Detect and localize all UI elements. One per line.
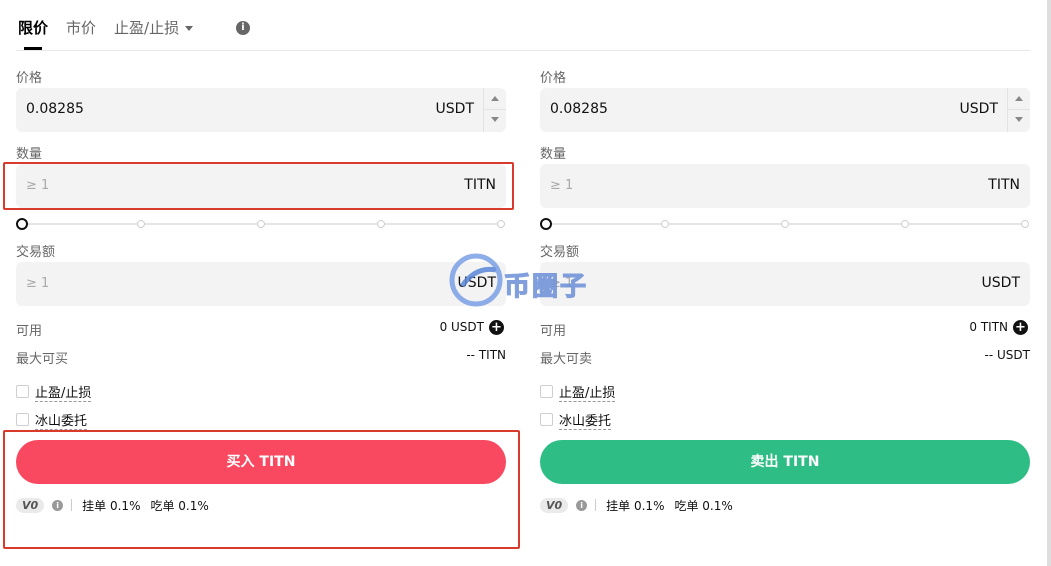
sell-qty-slider[interactable] — [540, 217, 1030, 231]
buy-price-value: 0.08285 — [26, 101, 84, 117]
buy-button[interactable]: 买入 TITN — [16, 440, 506, 484]
slider-stop-25[interactable] — [137, 220, 145, 228]
plus-circle-icon[interactable]: + — [489, 320, 504, 335]
sell-price-stepper[interactable] — [1007, 88, 1030, 132]
buy-tpsl-checkbox[interactable]: 止盈/止损 — [16, 382, 92, 402]
sell-available-label: 可用 — [540, 324, 567, 339]
fee-separator — [595, 499, 597, 511]
buy-amount-label: 交易额 — [16, 245, 56, 260]
buy-available-label: 可用 — [16, 324, 43, 339]
chevron-up-icon[interactable] — [491, 96, 499, 101]
buy-panel: 价格 0.08285 USDT 数量 ≥ 1 TITN 交易额 ≥ 1 USDT… — [16, 0, 506, 566]
sell-button[interactable]: 卖出 TITN — [540, 440, 1030, 484]
sell-amount-placeholder: ≥ 1 — [550, 276, 574, 291]
buy-qty-placeholder: ≥ 1 — [26, 178, 50, 193]
sell-max-value: -- USDT — [984, 348, 1030, 362]
buy-iceberg-label: 冰山委托 — [35, 414, 88, 430]
slider-stop-100[interactable] — [1021, 220, 1029, 228]
slider-stop-50[interactable] — [257, 220, 265, 228]
buy-price-input[interactable]: 0.08285 USDT — [16, 88, 506, 132]
buy-max-value: -- TITN — [466, 348, 506, 362]
checkbox-icon[interactable] — [16, 413, 29, 426]
sell-qty-placeholder: ≥ 1 — [550, 178, 574, 193]
vip-level-badge: V0 — [16, 497, 45, 513]
chevron-up-icon[interactable] — [1015, 96, 1023, 101]
buy-qty-input[interactable]: ≥ 1 TITN — [16, 164, 506, 208]
buy-price-label: 价格 — [16, 71, 43, 86]
sell-amount-input[interactable]: ≥ 1 USDT — [540, 262, 1030, 306]
buy-tpsl-label: 止盈/止损 — [35, 386, 92, 402]
sell-tpsl-checkbox[interactable]: 止盈/止损 — [540, 382, 616, 402]
buy-fee-row: V0 i 挂单 0.1% 吃单 0.1% — [16, 496, 219, 514]
buy-amount-input[interactable]: ≥ 1 USDT — [16, 262, 506, 306]
slider-handle[interactable] — [16, 218, 28, 230]
taker-fee: 吃单 0.1% — [150, 498, 209, 513]
sell-amount-label: 交易额 — [540, 245, 580, 260]
sell-iceberg-label: 冰山委托 — [559, 414, 612, 430]
slider-handle[interactable] — [540, 218, 552, 230]
info-icon[interactable]: i — [52, 499, 64, 511]
checkbox-icon[interactable] — [16, 385, 29, 398]
chevron-down-icon[interactable] — [491, 117, 499, 122]
checkbox-icon[interactable] — [540, 385, 553, 398]
slider-stop-100[interactable] — [497, 220, 505, 228]
scrollbar[interactable] — [1047, 0, 1051, 566]
checkbox-icon[interactable] — [540, 413, 553, 426]
buy-qty-unit: TITN — [464, 177, 496, 193]
buy-qty-label: 数量 — [16, 147, 43, 162]
maker-fee: 挂单 0.1% — [82, 498, 141, 513]
taker-fee: 吃单 0.1% — [674, 498, 733, 513]
buy-qty-slider[interactable] — [16, 217, 506, 231]
stepper-divider — [484, 109, 506, 110]
sell-amount-unit: USDT — [981, 275, 1020, 291]
sell-iceberg-checkbox[interactable]: 冰山委托 — [540, 410, 612, 430]
sell-price-value: 0.08285 — [550, 101, 608, 117]
sell-panel: 价格 0.08285 USDT 数量 ≥ 1 TITN 交易额 ≥ 1 USDT… — [540, 0, 1030, 566]
sell-available-value: 0 TITN — [969, 320, 1008, 334]
stepper-divider — [1008, 109, 1030, 110]
sell-max-label: 最大可卖 — [540, 352, 593, 367]
maker-fee: 挂单 0.1% — [606, 498, 665, 513]
sell-tpsl-label: 止盈/止损 — [559, 386, 616, 402]
info-icon[interactable]: i — [576, 499, 588, 511]
plus-circle-icon[interactable]: + — [1013, 320, 1028, 335]
buy-amount-unit: USDT — [457, 275, 496, 291]
sell-fee-row: V0 i 挂单 0.1% 吃单 0.1% — [540, 496, 743, 514]
fee-separator — [71, 499, 73, 511]
buy-max-label: 最大可买 — [16, 352, 69, 367]
slider-stop-25[interactable] — [661, 220, 669, 228]
slider-stop-75[interactable] — [901, 220, 909, 228]
sell-qty-unit: TITN — [988, 177, 1020, 193]
sell-price-unit: USDT — [959, 101, 998, 117]
sell-qty-label: 数量 — [540, 147, 567, 162]
sell-price-input[interactable]: 0.08285 USDT — [540, 88, 1030, 132]
vip-level-badge: V0 — [540, 497, 569, 513]
chevron-down-icon[interactable] — [1015, 117, 1023, 122]
slider-stop-50[interactable] — [781, 220, 789, 228]
buy-iceberg-checkbox[interactable]: 冰山委托 — [16, 410, 88, 430]
slider-stop-75[interactable] — [377, 220, 385, 228]
buy-price-unit: USDT — [435, 101, 474, 117]
buy-price-stepper[interactable] — [483, 88, 506, 132]
buy-available-value: 0 USDT — [439, 320, 484, 334]
sell-price-label: 价格 — [540, 71, 567, 86]
buy-amount-placeholder: ≥ 1 — [26, 276, 50, 291]
sell-qty-input[interactable]: ≥ 1 TITN — [540, 164, 1030, 208]
